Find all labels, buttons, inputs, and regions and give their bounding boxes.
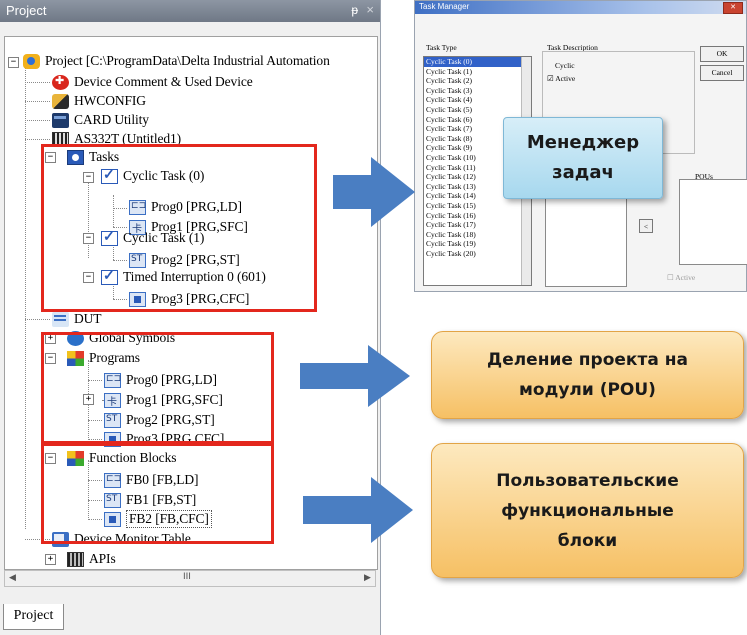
callout-line: Менеджер xyxy=(526,132,640,153)
task-list-item[interactable]: Cyclic Task (17) xyxy=(424,220,531,230)
tree-item-label: HWCONFIG xyxy=(74,93,146,108)
tree-item-apis[interactable]: APIs xyxy=(67,549,116,569)
active-bottom-label: Active xyxy=(675,273,696,282)
callout-line: функциональные xyxy=(501,500,674,521)
tree-item-label: DUT xyxy=(74,311,102,326)
callout-line: задач xyxy=(552,162,614,183)
tab-project[interactable]: Project xyxy=(3,604,64,630)
close-icon[interactable]: × xyxy=(366,2,374,17)
task-list-item[interactable]: Cyclic Task (1) xyxy=(424,67,531,77)
hwconfig-icon xyxy=(52,93,69,109)
panel-header: Project ᵽ × xyxy=(0,0,380,22)
tree-line xyxy=(25,101,50,102)
active-bottom-checkbox[interactable]: ☐ Active xyxy=(667,273,695,282)
pou-list[interactable] xyxy=(679,179,747,265)
task-list-item[interactable]: Cyclic Task (5) xyxy=(424,105,531,115)
tree-item-label: Project [C:\ProgramData\Delta Industrial… xyxy=(45,53,330,68)
callout-pou: Деление проекта на модули (POU) xyxy=(431,331,744,419)
task-list-item[interactable]: Cyclic Task (18) xyxy=(424,230,531,240)
task-list-item[interactable]: Cyclic Task (4) xyxy=(424,95,531,105)
arrow-shape xyxy=(303,477,413,543)
task-list-item[interactable]: Cyclic Task (15) xyxy=(424,201,531,211)
highlight-programs xyxy=(41,332,274,446)
checkbox-icon: ☐ xyxy=(667,273,674,282)
move-left-button[interactable]: < xyxy=(639,219,653,233)
callout-line: Пользовательские xyxy=(496,470,679,491)
device-comment-icon xyxy=(52,74,69,90)
tree-line xyxy=(25,57,26,529)
task-manager-titlebar: Task Manager ✕ xyxy=(415,1,746,14)
arrow-to-task-manager xyxy=(333,157,415,227)
horizontal-scrollbar[interactable]: ◀ III ▶ xyxy=(4,570,376,587)
callout-line: модули (POU) xyxy=(519,380,656,400)
tree-item-label: CARD Utility xyxy=(74,112,149,127)
card-utility-icon xyxy=(52,112,69,128)
close-icon[interactable]: ✕ xyxy=(723,2,743,14)
api-icon xyxy=(67,551,84,567)
task-manager-title: Task Manager xyxy=(419,2,470,11)
scroll-left-icon[interactable]: ◀ xyxy=(5,571,20,586)
ok-button[interactable]: OK xyxy=(700,46,744,62)
arrow-shape xyxy=(300,345,410,407)
tree-line xyxy=(25,120,50,121)
task-type-label: Task Type xyxy=(426,43,457,52)
cancel-button[interactable]: Cancel xyxy=(700,65,744,81)
callout-line: Деление проекта на xyxy=(487,350,688,370)
panel-title: Project xyxy=(6,3,47,18)
arrow-shape xyxy=(333,157,415,227)
highlight-function-blocks xyxy=(41,441,274,544)
callout-function-blocks: Пользовательские функциональные блоки xyxy=(431,443,744,578)
task-list-item[interactable]: Cyclic Task (19) xyxy=(424,239,531,249)
highlight-tasks xyxy=(41,144,317,312)
dut-icon xyxy=(52,311,69,327)
tree-item-dut[interactable]: DUT xyxy=(52,309,102,329)
pin-icon[interactable]: ᵽ xyxy=(351,3,358,17)
arrow-to-function-blocks xyxy=(303,477,413,543)
tree-item-card-utility[interactable]: CARD Utility xyxy=(52,110,149,130)
callout-line: блоки xyxy=(557,530,618,551)
arrow-to-pou xyxy=(300,345,410,407)
project-gear-icon xyxy=(23,53,40,69)
callout-task-manager: Менеджер задач xyxy=(503,117,663,199)
tree-item-hwconfig[interactable]: HWCONFIG xyxy=(52,91,146,111)
tree-item-label: Device Comment & Used Device xyxy=(74,74,253,89)
task-list-item[interactable]: Cyclic Task (2) xyxy=(424,76,531,86)
tree-item-label: APIs xyxy=(89,551,116,566)
scroll-right-icon[interactable]: ▶ xyxy=(360,571,375,586)
tree-line xyxy=(25,319,50,320)
scroll-grip[interactable]: III xyxy=(183,572,191,582)
tree-line xyxy=(25,82,50,83)
task-list-item[interactable]: Cyclic Task (0) xyxy=(424,57,531,67)
tree-item-device-comment[interactable]: Device Comment & Used Device xyxy=(52,72,253,92)
collapse-toggle[interactable]: − xyxy=(8,57,19,68)
tree-item-project-root[interactable]: Project [C:\ProgramData\Delta Industrial… xyxy=(23,51,330,71)
tree-line xyxy=(25,139,50,140)
task-list-item[interactable]: Cyclic Task (3) xyxy=(424,86,531,96)
task-list-item[interactable]: Cyclic Task (16) xyxy=(424,211,531,221)
task-list-item[interactable]: Cyclic Task (20) xyxy=(424,249,531,259)
expand-toggle[interactable]: + xyxy=(45,554,56,565)
